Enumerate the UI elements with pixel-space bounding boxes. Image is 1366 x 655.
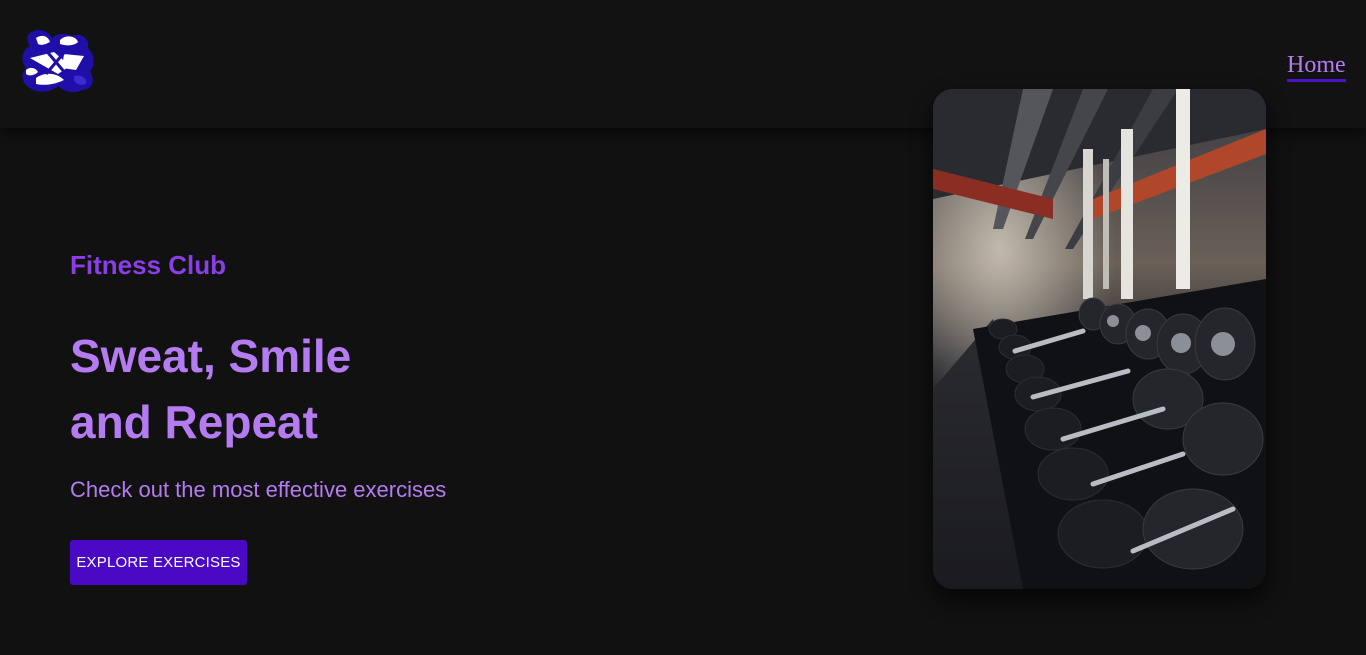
dumbbell-rack-photo [933, 89, 1266, 589]
explore-exercises-button[interactable]: EXPLORE EXERCISES [70, 540, 247, 585]
nav-link-home[interactable]: Home [1287, 52, 1346, 82]
hero-headline-line1: Sweat, Smile [70, 330, 352, 382]
hero-subtitle: Check out the most effective exercises [70, 477, 447, 502]
hero-eyebrow: Fitness Club [70, 250, 227, 280]
hero-headline-line2: and Repeat [70, 396, 318, 448]
hero-headline: Sweat, Smile and Repeat [70, 323, 351, 455]
fitness-logo-icon[interactable] [18, 28, 98, 94]
